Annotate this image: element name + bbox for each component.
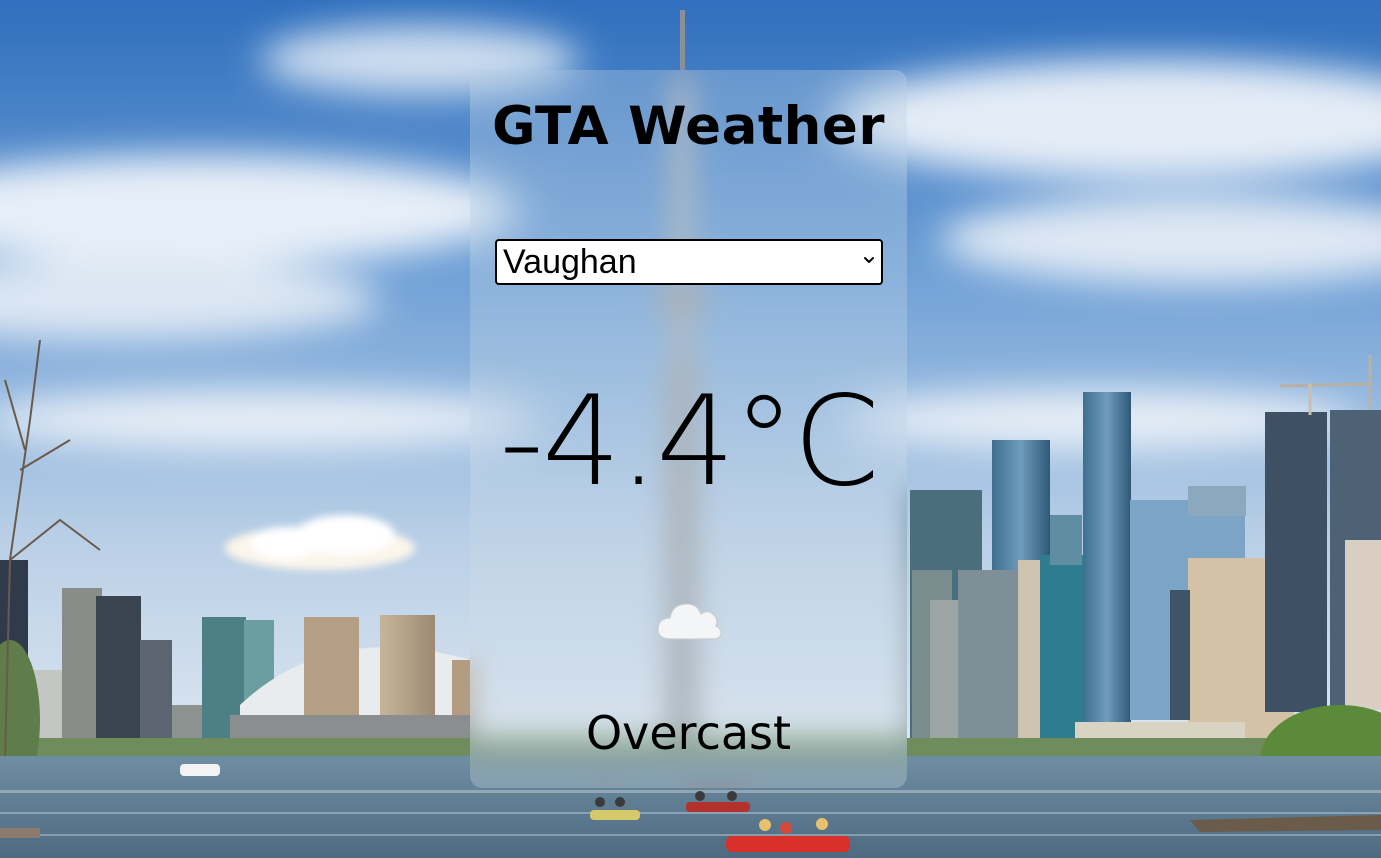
city-select[interactable]: Vaughan — [495, 239, 883, 285]
app-title: GTA Weather — [491, 96, 885, 157]
weather-condition: Overcast — [585, 706, 792, 760]
temperature-readout: -4.4°C — [499, 370, 880, 514]
cloud-icon — [657, 603, 722, 640]
weather-card: GTA Weather Vaughan -4.4°C Overcast — [470, 70, 907, 788]
card-content: GTA Weather Vaughan -4.4°C Overcast — [470, 70, 907, 788]
